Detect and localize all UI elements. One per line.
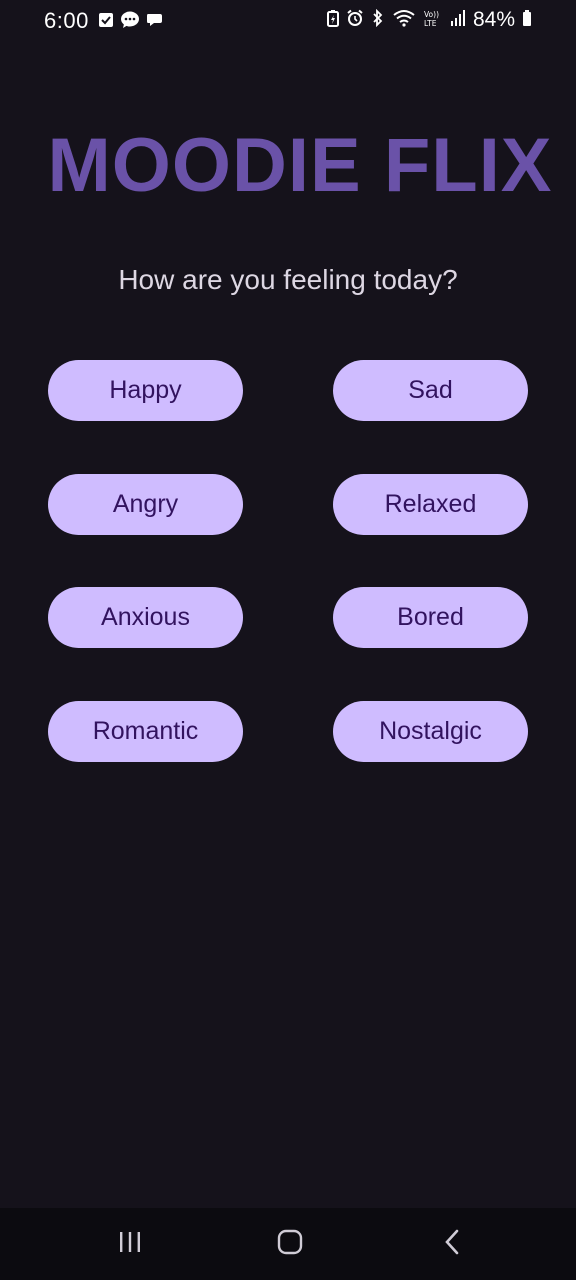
mood-button-nostalgic[interactable]: Nostalgic [333,701,528,762]
status-bar: 6:00 Vo)) LTE 84% [0,0,576,44]
back-button[interactable] [432,1226,472,1262]
status-time: 6:00 [44,8,89,33]
app-title: MOODIE FLIX [47,123,553,208]
notification-icons [98,11,164,34]
signal-icon [450,9,466,32]
svg-text:LTE: LTE [424,19,437,27]
recent-apps-icon [118,1231,142,1258]
mood-button-angry[interactable]: Angry [48,474,243,535]
status-right: Vo)) LTE 84% [326,8,532,32]
wifi-icon [392,9,416,32]
back-icon [443,1229,461,1260]
checkbox-icon [98,12,114,33]
battery-icon [522,9,532,32]
mood-button-bored[interactable]: Bored [333,587,528,648]
mood-button-anxious[interactable]: Anxious [48,587,243,648]
recent-apps-button[interactable] [110,1226,150,1262]
mood-prompt: How are you feeling today? [118,264,458,295]
home-button[interactable] [270,1226,310,1262]
mood-button-happy[interactable]: Happy [48,360,243,421]
bluetooth-icon [371,8,385,32]
mood-button-sad[interactable]: Sad [333,360,528,421]
navigation-bar [0,1208,576,1280]
message-icon [146,12,164,33]
alarm-icon [346,9,364,32]
svg-text:Vo)): Vo)) [424,10,439,19]
home-icon [277,1229,303,1260]
volte-icon: Vo)) LTE [423,9,443,32]
battery-percent: 84% [472,8,515,31]
battery-saver-icon [326,9,339,32]
chat-bubble-icon [120,11,140,34]
mood-button-relaxed[interactable]: Relaxed [333,474,528,535]
mood-button-romantic[interactable]: Romantic [48,701,243,762]
